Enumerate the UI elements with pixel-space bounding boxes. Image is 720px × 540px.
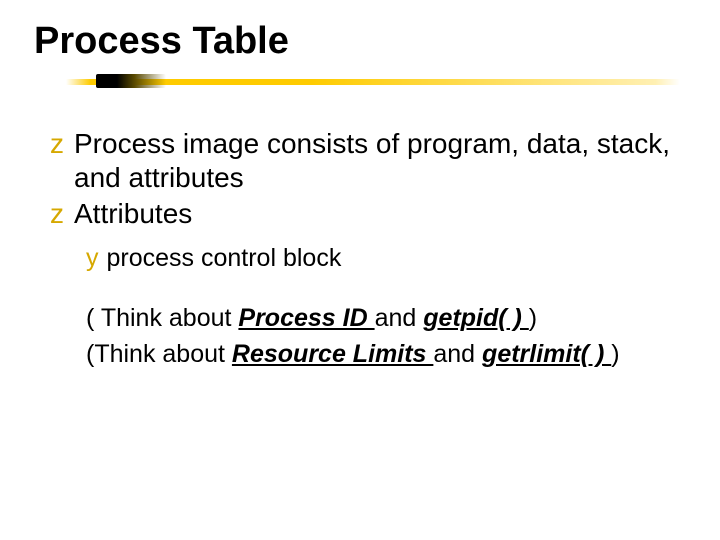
z-bullet-icon: z: [50, 197, 64, 231]
slide-title: Process Table: [30, 20, 690, 63]
note-text: ( Think about: [86, 304, 238, 332]
note-text: and: [433, 340, 482, 368]
slide-content: z Process image consists of program, dat…: [30, 127, 690, 371]
bullet-text: Attributes: [74, 197, 192, 231]
note-text: ): [611, 340, 619, 368]
note-line-2: (Think about Resource Limits and getrlim…: [50, 337, 690, 371]
bullet-item: z Process image consists of program, dat…: [50, 127, 690, 195]
emphasis-term: Resource Limits: [232, 340, 433, 368]
emphasis-term: Process ID: [238, 304, 374, 332]
bullet-text: Process image consists of program, data,…: [74, 127, 690, 195]
sub-bullet-item: y process control block: [86, 243, 690, 273]
note-line-1: ( Think about Process ID and getpid( ) ): [50, 301, 690, 335]
title-divider: [30, 69, 680, 99]
note-text: (Think about: [86, 340, 232, 368]
note-text: and: [375, 304, 424, 332]
emphasis-term: getpid( ): [423, 304, 529, 332]
sub-bullet-group: y process control block: [50, 243, 690, 273]
sub-bullet-text: process control block: [107, 243, 342, 273]
z-bullet-icon: z: [50, 127, 64, 161]
y-bullet-icon: y: [86, 243, 99, 273]
bullet-item: z Attributes: [50, 197, 690, 231]
emphasis-term: getrlimit( ): [482, 340, 611, 368]
note-text: ): [529, 304, 537, 332]
